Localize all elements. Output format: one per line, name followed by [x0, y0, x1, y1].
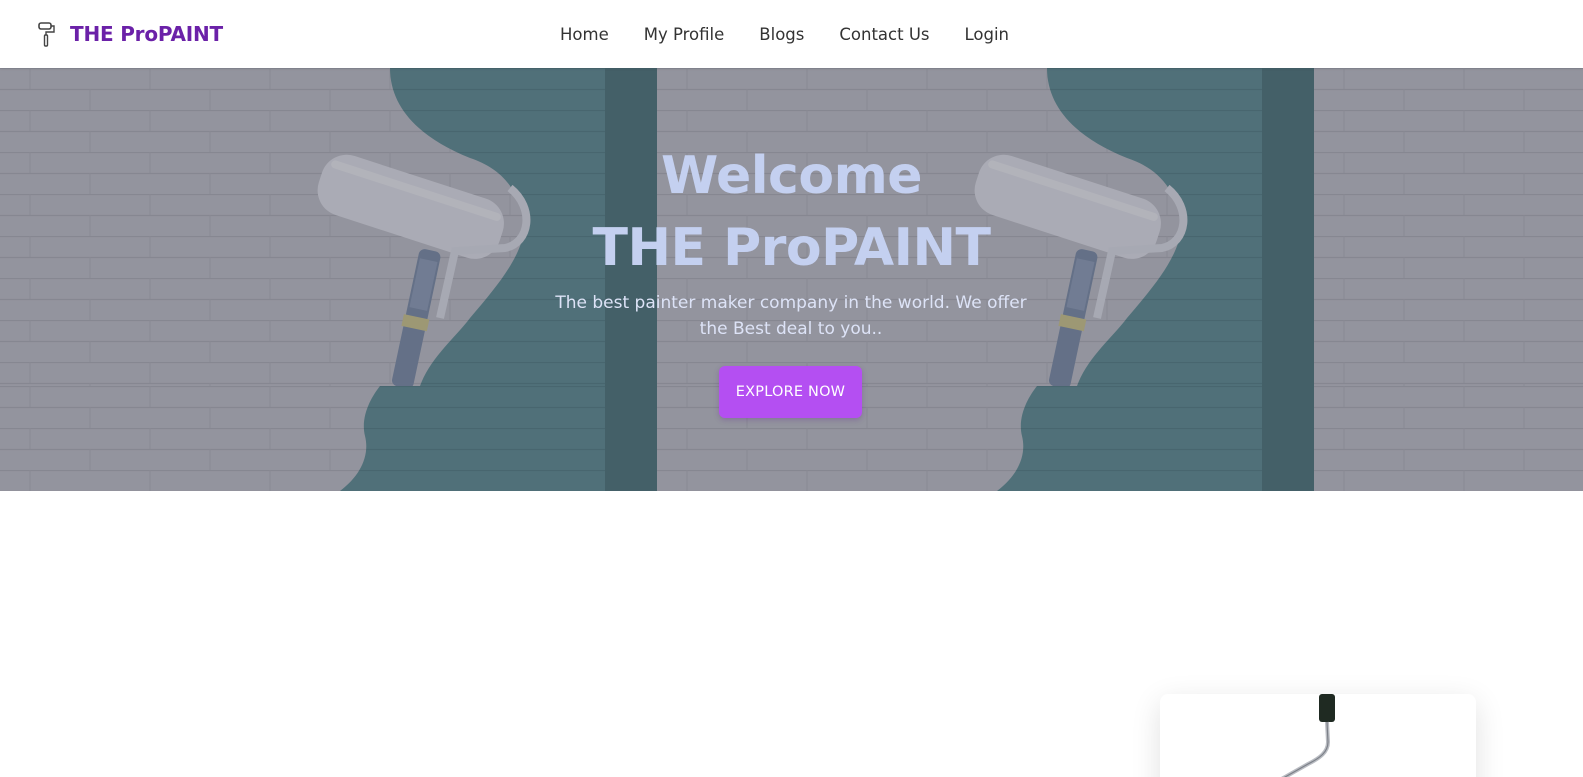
hero-banner: Welcome THE ProPAINT The best painter ma… — [0, 68, 1583, 491]
paint-roller-image — [1280, 694, 1335, 777]
nav-contact-us-link[interactable]: Contact Us — [839, 25, 929, 44]
main-nav: Home My Profile Blogs Contact Us Login — [560, 0, 1009, 68]
paint-roller-icon — [38, 22, 55, 47]
hero-title-welcome: Welcome — [660, 146, 923, 206]
top-navbar: THE ProPAINT Home My Profile Blogs Conta… — [0, 0, 1583, 68]
hero-title-brand: THE ProPAINT — [592, 218, 991, 278]
product-card[interactable] — [1160, 694, 1476, 777]
brand-name: THE ProPAINT — [70, 22, 223, 46]
nav-login-link[interactable]: Login — [965, 25, 1010, 44]
hero-content: Welcome THE ProPAINT The best painter ma… — [0, 68, 1583, 491]
hero-subtitle: The best painter maker company in the wo… — [555, 293, 1027, 339]
brand-logo[interactable]: THE ProPAINT — [36, 17, 223, 51]
nav-my-profile-link[interactable]: My Profile — [644, 25, 725, 44]
nav-home-link[interactable]: Home — [560, 25, 609, 44]
nav-blogs-link[interactable]: Blogs — [759, 25, 804, 44]
explore-now-button[interactable]: EXPLORE NOW — [719, 366, 862, 418]
